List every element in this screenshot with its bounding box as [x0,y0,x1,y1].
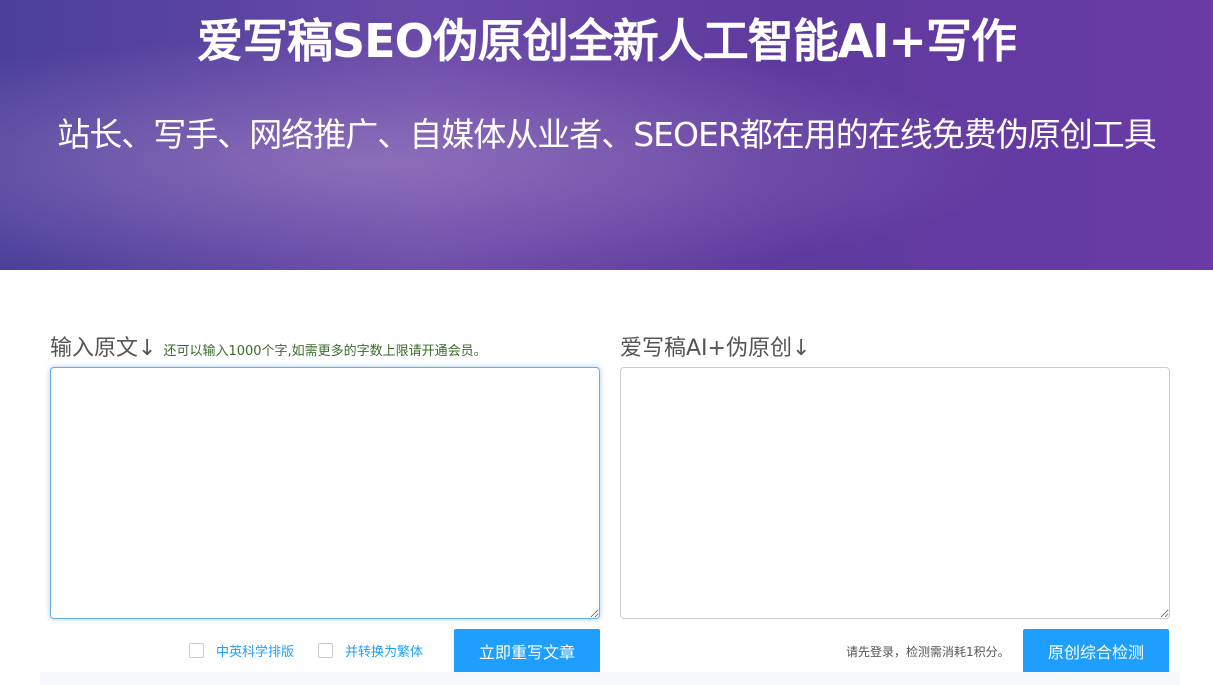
originality-check-button[interactable]: 原创综合检测 [1023,629,1169,673]
sci-layout-label: 中英科学排版 [216,641,294,660]
original-text-input[interactable] [50,367,600,619]
sci-layout-checkbox[interactable]: 中英科学排版 [189,641,294,660]
output-label: 爱写稿AI+伪原创↓ [620,330,810,362]
rewrite-button[interactable]: 立即重写文章 [454,629,600,673]
page-title: 爱写稿SEO伪原创全新人工智能AI+写作 [0,5,1213,71]
input-hint: 还可以输入1000个字,如需更多的字数上限请开通会员。 [163,344,486,359]
input-label: 输入原文↓ 还可以输入1000个字,如需更多的字数上限请开通会员。 [50,330,487,362]
hero-banner: 爱写稿SEO伪原创全新人工智能AI+写作 站长、写手、网络推广、自媒体从业者、S… [0,0,1213,270]
traditional-label: 并转换为繁体 [345,641,423,660]
footer-strip [40,672,1180,685]
login-note: 请先登录，检测需消耗1积分。 [846,643,1010,660]
traditional-checkbox[interactable]: 并转换为繁体 [318,641,423,660]
input-label-text: 输入原文↓ [50,336,156,361]
rewritten-text-output[interactable] [620,367,1170,619]
checkbox-icon[interactable] [318,643,333,658]
page-subtitle: 站长、写手、网络推广、自媒体从业者、SEOER都在用的在线免费伪原创工具 [0,108,1213,156]
checkbox-icon[interactable] [189,643,204,658]
